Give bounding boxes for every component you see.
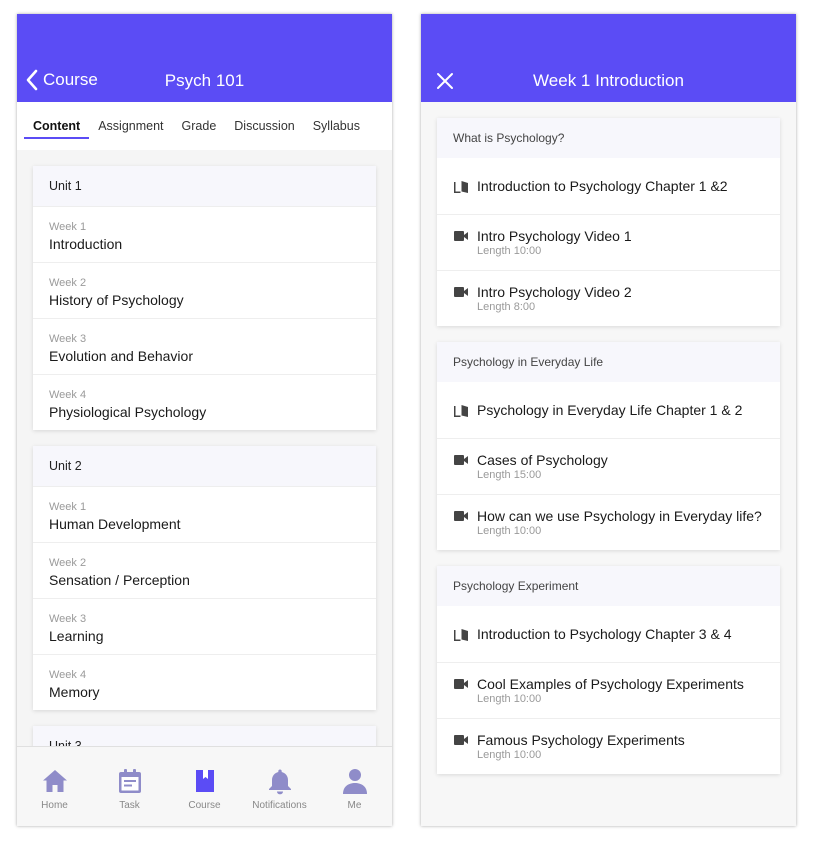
nav-label: Task bbox=[119, 800, 140, 811]
section-header: What is Psychology? bbox=[437, 118, 780, 158]
unit-card: Unit 1 Week 1 Introduction Week 2 Histor… bbox=[33, 166, 376, 430]
unit-header: Unit 2 bbox=[33, 446, 376, 486]
tab-discussion[interactable]: Discussion bbox=[225, 102, 303, 150]
video-camera-icon bbox=[454, 679, 468, 689]
week-row[interactable]: Week 1 Human Development bbox=[33, 486, 376, 542]
item-title: Cases of Psychology bbox=[477, 452, 608, 468]
item-title: How can we use Psychology in Everyday li… bbox=[477, 508, 762, 524]
item-title: Intro Psychology Video 1 bbox=[477, 228, 632, 244]
tab-grade[interactable]: Grade bbox=[173, 102, 226, 150]
video-camera-icon bbox=[454, 511, 468, 521]
section-list[interactable]: What is Psychology? Introduction to Psyc… bbox=[421, 102, 796, 826]
nav-label: Me bbox=[347, 800, 362, 811]
week-title: Human Development bbox=[49, 516, 181, 532]
nav-label: Home bbox=[41, 800, 68, 811]
item-title: Psychology in Everyday Life Chapter 1 & … bbox=[477, 402, 743, 418]
reading-item[interactable]: Introduction to Psychology Chapter 3 & 4 bbox=[437, 606, 780, 662]
page-title: Week 1 Introduction bbox=[533, 71, 684, 90]
nav-course[interactable]: Course bbox=[167, 747, 242, 811]
video-item[interactable]: Famous Psychology Experiments Length 10:… bbox=[437, 718, 780, 774]
section-card: Psychology Experiment Introduction to Ps… bbox=[437, 566, 780, 774]
week-label: Week 4 bbox=[49, 389, 87, 401]
section-header: Psychology in Everyday Life bbox=[437, 342, 780, 382]
week-label: Week 3 bbox=[49, 613, 87, 625]
book-open-icon bbox=[454, 405, 468, 417]
item-title: Famous Psychology Experiments bbox=[477, 732, 685, 748]
unit-list[interactable]: Unit 1 Week 1 Introduction Week 2 Histor… bbox=[17, 150, 392, 746]
app-bar: Week 1 Introduction bbox=[421, 14, 796, 102]
video-camera-icon bbox=[454, 231, 468, 241]
week-label: Week 1 bbox=[49, 221, 87, 233]
week-row[interactable]: Week 3 Learning bbox=[33, 598, 376, 654]
item-length: Length 8:00 bbox=[477, 301, 536, 313]
week-title: History of Psychology bbox=[49, 292, 184, 308]
tab-bar: Content Assignment Grade Discussion Syll… bbox=[17, 102, 392, 150]
week-title: Introduction bbox=[49, 236, 123, 252]
week-row[interactable]: Week 4 Physiological Psychology bbox=[33, 374, 376, 430]
week-title: Evolution and Behavior bbox=[49, 348, 193, 364]
item-title: Intro Psychology Video 2 bbox=[477, 284, 632, 300]
course-icon bbox=[195, 770, 214, 792]
item-length: Length 10:00 bbox=[477, 749, 542, 761]
nav-notifications[interactable]: Notifications bbox=[242, 747, 317, 811]
nav-me[interactable]: Me bbox=[317, 747, 392, 811]
section-header: Psychology Experiment bbox=[437, 566, 780, 606]
video-item[interactable]: Intro Psychology Video 2 Length 8:00 bbox=[437, 270, 780, 326]
video-item[interactable]: Intro Psychology Video 1 Length 10:00 bbox=[437, 214, 780, 270]
week-title: Physiological Psychology bbox=[49, 404, 207, 420]
week-label: Week 4 bbox=[49, 669, 87, 681]
person-icon bbox=[342, 769, 367, 794]
nav-label: Notifications bbox=[252, 800, 307, 811]
video-camera-icon bbox=[454, 455, 468, 465]
home-icon bbox=[42, 770, 67, 792]
app-bar: Course Psych 101 bbox=[17, 14, 392, 102]
bell-icon bbox=[268, 769, 291, 795]
item-title: Cool Examples of Psychology Experiments bbox=[477, 676, 744, 692]
unit-card: Unit 2 Week 1 Human Development Week 2 S… bbox=[33, 446, 376, 710]
nav-label: Course bbox=[188, 800, 221, 811]
tab-syllabus[interactable]: Syllabus bbox=[304, 102, 369, 150]
week-row[interactable]: Week 2 Sensation / Perception bbox=[33, 542, 376, 598]
week-label: Week 1 bbox=[49, 501, 87, 513]
week-label: Week 2 bbox=[49, 557, 87, 569]
week-title: Sensation / Perception bbox=[49, 572, 190, 588]
bottom-nav: Home Task Course Notifications Me bbox=[17, 746, 392, 826]
video-item[interactable]: Cases of Psychology Length 15:00 bbox=[437, 438, 780, 494]
item-title: Introduction to Psychology Chapter 3 & 4 bbox=[477, 626, 732, 642]
week-title: Memory bbox=[49, 684, 100, 700]
item-length: Length 10:00 bbox=[477, 525, 542, 537]
week-title: Learning bbox=[49, 628, 104, 644]
video-camera-icon bbox=[454, 287, 468, 297]
video-item[interactable]: Cool Examples of Psychology Experiments … bbox=[437, 662, 780, 718]
task-icon bbox=[118, 769, 141, 793]
section-card: Psychology in Everyday Life Psychology i… bbox=[437, 342, 780, 550]
book-open-icon bbox=[454, 629, 468, 641]
section-card: What is Psychology? Introduction to Psyc… bbox=[437, 118, 780, 326]
week-row[interactable]: Week 3 Evolution and Behavior bbox=[33, 318, 376, 374]
unit-card: Unit 3 bbox=[33, 726, 376, 746]
video-camera-icon bbox=[454, 735, 468, 745]
item-length: Length 15:00 bbox=[477, 469, 542, 481]
item-title: Introduction to Psychology Chapter 1 &2 bbox=[477, 178, 728, 194]
nav-task[interactable]: Task bbox=[92, 747, 167, 811]
week-row[interactable]: Week 4 Memory bbox=[33, 654, 376, 710]
page-title: Psych 101 bbox=[164, 71, 245, 90]
tab-assignment[interactable]: Assignment bbox=[89, 102, 172, 150]
unit-header: Unit 1 bbox=[33, 166, 376, 206]
book-open-icon bbox=[454, 181, 468, 193]
tab-content[interactable]: Content bbox=[24, 102, 90, 150]
week-row[interactable]: Week 2 History of Psychology bbox=[33, 262, 376, 318]
reading-item[interactable]: Psychology in Everyday Life Chapter 1 & … bbox=[437, 382, 780, 438]
video-item[interactable]: How can we use Psychology in Everyday li… bbox=[437, 494, 780, 550]
item-length: Length 10:00 bbox=[477, 245, 542, 257]
week-detail-screen: Week 1 Introduction What is Psychology? … bbox=[421, 14, 796, 826]
reading-item[interactable]: Introduction to Psychology Chapter 1 &2 bbox=[437, 158, 780, 214]
week-row[interactable]: Week 1 Introduction bbox=[33, 206, 376, 262]
week-label: Week 2 bbox=[49, 277, 87, 289]
week-label: Week 3 bbox=[49, 333, 87, 345]
item-length: Length 10:00 bbox=[477, 693, 542, 705]
unit-header: Unit 3 bbox=[33, 726, 376, 746]
nav-home[interactable]: Home bbox=[17, 747, 92, 811]
course-screen: Course Psych 101 Content Assignment Grad… bbox=[17, 14, 392, 826]
